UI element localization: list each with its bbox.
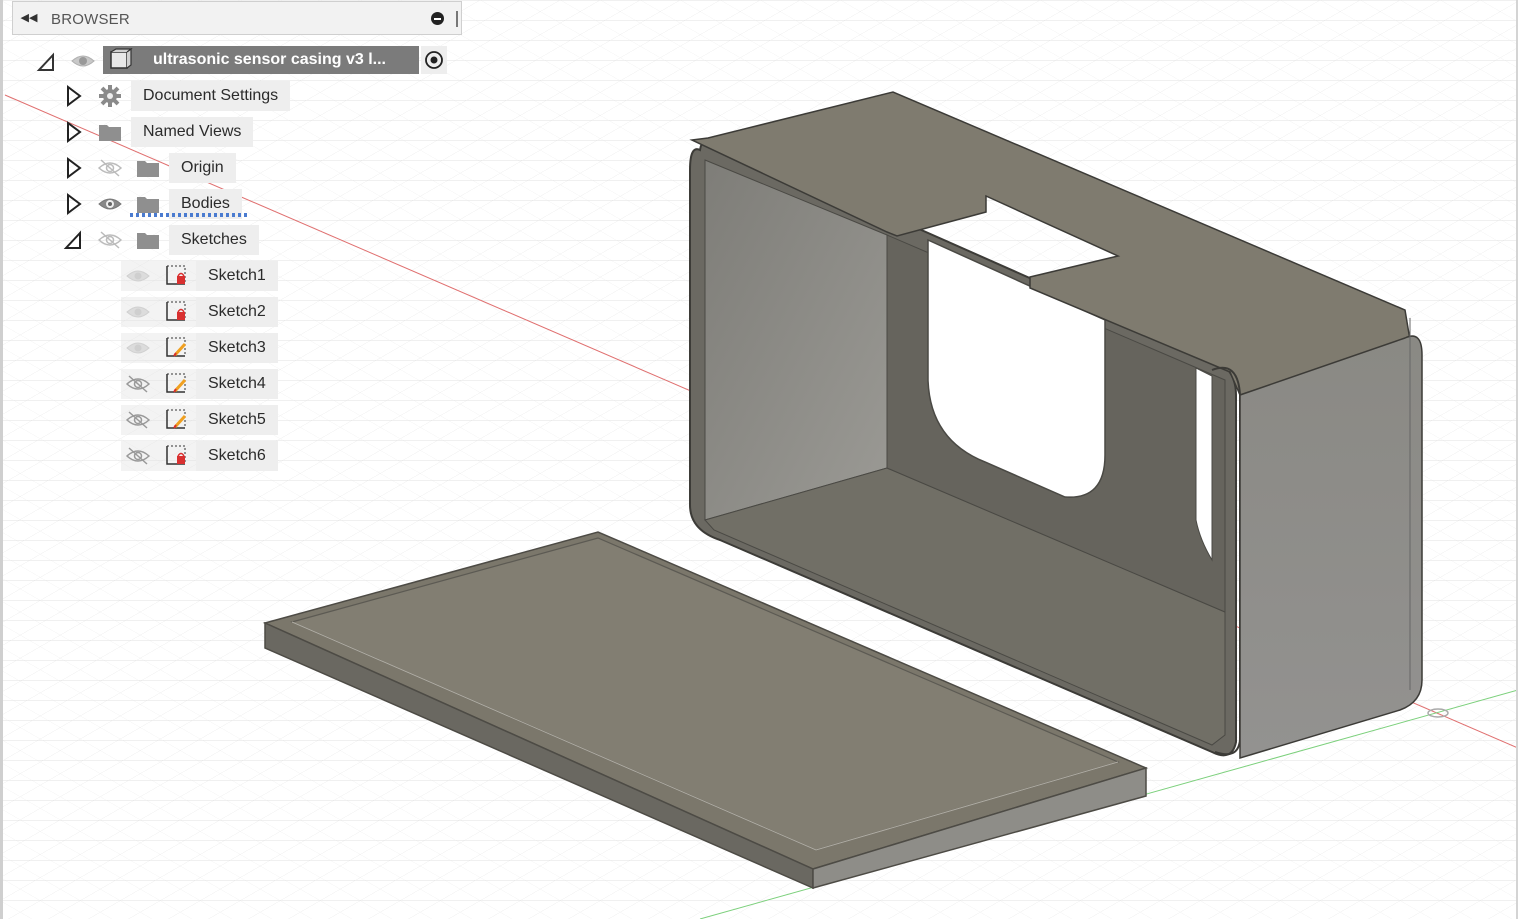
sketch-edit-icon [166,373,187,393]
panel-resize-handle[interactable] [456,11,458,27]
activate-component-button[interactable] [421,46,447,74]
expand-triangle-icon[interactable] [64,193,84,215]
folder-icon [99,125,121,141]
component-icon [110,48,133,69]
eye-visible-icon[interactable] [125,338,151,358]
eye-hidden-icon[interactable] [125,410,151,430]
browser-panel-header: ◀◀ BROWSER [12,1,462,35]
eye-hidden-icon[interactable] [125,446,151,466]
tree-item-origin[interactable]: Origin [60,153,300,183]
collapse-triangle-icon[interactable] [36,50,56,72]
expand-triangle-icon[interactable] [64,85,84,107]
radio-target-icon [425,51,443,69]
eye-visible-icon[interactable] [97,194,123,214]
expand-triangle-icon[interactable] [64,157,84,179]
sketch-label: Sketch5 [196,405,278,435]
eye-hidden-icon[interactable] [97,230,123,250]
folder-icon [137,233,159,249]
sketch-row-5[interactable]: Sketch5 [121,405,285,435]
eye-visible-icon[interactable] [125,266,151,286]
browser-root-row[interactable]: ultrasonic sensor casing v3 l... [30,45,460,75]
gear-icon [99,85,121,107]
collapse-browser-icon[interactable]: ◀◀ [19,10,39,26]
sketch-label: Sketch2 [196,297,278,327]
minimize-icon[interactable] [431,12,444,25]
sketch-row-4[interactable]: Sketch4 [121,369,285,399]
sketch-edit-icon [166,337,187,357]
sketch-label: Sketch1 [196,261,278,291]
tree-item-sketches[interactable]: Sketches [60,225,300,255]
tree-item-label: Named Views [131,117,254,147]
tree-item-label: Sketches [169,225,259,255]
sketch-row-6[interactable]: Sketch6 [121,441,285,471]
sketch-locked-icon [166,445,186,465]
collapse-triangle-icon[interactable] [63,229,83,251]
warning-underline [130,213,248,217]
tree-item-named-views[interactable]: Named Views [60,117,300,147]
sketch-row-2[interactable]: Sketch2 [121,297,285,327]
sketch-locked-icon [166,301,186,321]
browser-title: BROWSER [51,11,130,28]
sketch-label: Sketch3 [196,333,278,363]
tree-item-bodies[interactable]: Bodies [60,189,300,219]
eye-hidden-icon[interactable] [97,158,123,178]
tree-item-document-settings[interactable]: Document Settings [60,81,300,111]
expand-triangle-icon[interactable] [64,121,84,143]
eye-visible-icon[interactable] [125,302,151,322]
viewport-left-border [0,0,3,919]
sketch-edit-icon [166,409,187,429]
tree-item-label: Document Settings [131,81,291,111]
sketch-row-3[interactable]: Sketch3 [121,333,285,363]
eye-visible-icon[interactable] [70,51,96,71]
tree-item-label: Origin [169,153,236,183]
root-component-label[interactable]: ultrasonic sensor casing v3 l... [103,46,419,74]
eye-hidden-icon[interactable] [125,374,151,394]
sketch-label: Sketch4 [196,369,278,399]
sketch-label: Sketch6 [196,441,278,471]
sketch-row-1[interactable]: Sketch1 [121,261,285,291]
folder-icon [137,161,159,177]
sketch-locked-icon [166,265,186,285]
